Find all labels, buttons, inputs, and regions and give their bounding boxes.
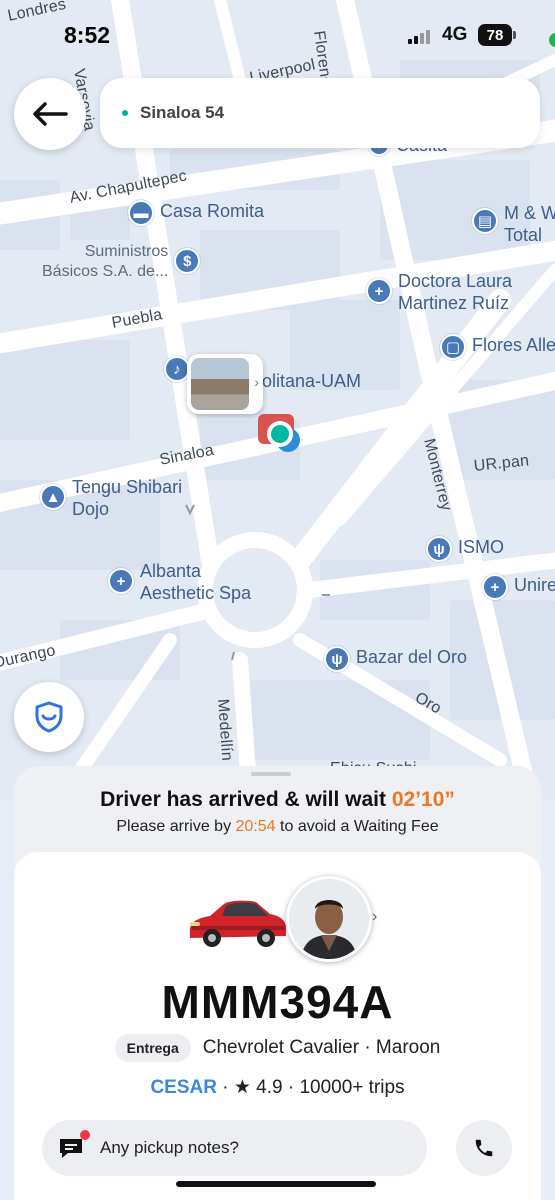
arrival-title: Driver has arrived & will wait 02’10” [14,788,541,812]
pickup-notes-button[interactable]: Any pickup notes? [42,1120,427,1176]
battery-icon: 78 [478,24,512,46]
poi-suministros[interactable]: $ Suministros Básicos S.A. de... [42,242,201,282]
driver-photo [289,879,369,959]
notification-dot [80,1130,90,1140]
driver-row: CESAR · ★ 4.9 · 10000+ trips [14,1076,541,1099]
hotel-icon: ▬ [128,200,154,226]
poi-label: olitana-UAM [262,371,362,391]
vehicle-row: Entrega Chevrolet Cavalier · Maroon [14,1034,541,1062]
destination-label: Sinaloa 54 [140,103,225,122]
shield-icon [35,701,63,733]
poi-bazar[interactable]: ψ Bazar del Oro [324,646,467,672]
plus-icon: + [366,278,392,304]
poi-ismo[interactable]: ψ ISMO [426,536,504,562]
pickup-notes-placeholder: Any pickup notes? [100,1138,239,1157]
poi-label: Flores Alle [472,335,555,355]
home-indicator [176,1181,376,1187]
chevron-right-icon: › [254,374,259,390]
driver-name[interactable]: CESAR [150,1077,217,1098]
driver-avatar[interactable] [286,876,372,962]
pickup-photo [191,358,249,410]
status-bar: 8:52 4G 78 [0,0,555,60]
destination-dot-icon [122,110,128,116]
call-button[interactable] [456,1120,512,1176]
arrive-by-time: 20:54 [235,818,276,835]
back-button[interactable] [14,78,86,150]
plus-icon: + [108,568,134,594]
phone-icon [475,1139,493,1157]
vehicle-description: Chevrolet Cavalier · Maroon [202,1037,441,1058]
camera-indicator-icon [549,33,555,47]
arrow-left-icon [33,102,68,126]
arrival-title-text: Driver has arrived & will wait [100,788,392,811]
network-label: 4G [442,24,468,45]
poi-label: Tengu Shibari Dojo [72,477,183,519]
safety-button[interactable] [14,682,84,752]
license-plate: MMM394A [161,976,394,1028]
car-image [190,900,286,947]
school-icon: ▲ [40,484,66,510]
poi-label: Doctora Laura Martinez Ruíz [398,271,513,313]
bag-icon: ▢ [440,334,466,360]
chat-icon [58,1130,90,1160]
poi-albanta[interactable]: + Albanta Aesthetic Spa [108,560,251,604]
poi-label: Casa Romita [160,201,265,221]
chevron-right-icon: › [372,908,378,925]
poi-flores[interactable]: ▢ Flores Alle [440,334,555,360]
poi-mw-total[interactable]: ▤ M & W Total [472,202,555,246]
poi-unire[interactable]: + Unire [482,574,555,600]
wait-timer: 02’10” [391,788,455,811]
sheet-grabber[interactable] [251,772,291,776]
restaurant-icon: ψ [324,646,350,672]
poi-label: Bazar del Oro [356,647,468,667]
poi-label: Suministros Básicos S.A. de... [42,243,169,280]
poi-label: ISMO [458,537,505,557]
arrival-subtitle: Please arrive by 20:54 to avoid a Waitin… [14,818,541,836]
poi-casa-romita[interactable]: ▬ Casa Romita [128,200,264,226]
restaurant-icon: ψ [426,536,452,562]
poi-label: M & W Total [504,203,555,245]
pickup-photo-bubble[interactable]: › [187,354,263,414]
arrival-sub-suffix: to avoid a Waiting Fee [275,818,439,835]
poi-tengu[interactable]: ▲ Tengu Shibari Dojo [40,476,182,520]
driver-rating: · ★ 4.9 · 10000+ trips [216,1077,405,1098]
dollar-icon: $ [174,248,201,274]
poi-doctora-laura[interactable]: + Doctora Laura Martinez Ruíz [366,270,512,314]
poi-label: Albanta Aesthetic Spa [140,561,252,603]
doc-icon: ▤ [472,208,498,234]
destination-field[interactable]: Sinaloa 54 [100,78,540,148]
status-time: 8:52 [64,22,111,48]
signal-icon [408,28,430,44]
poi-label: Unire [514,575,555,595]
battery-tip [513,31,516,39]
service-badge: Entrega [114,1034,191,1062]
plus-icon: + [482,574,508,600]
arrival-sub-prefix: Please arrive by [116,818,236,835]
